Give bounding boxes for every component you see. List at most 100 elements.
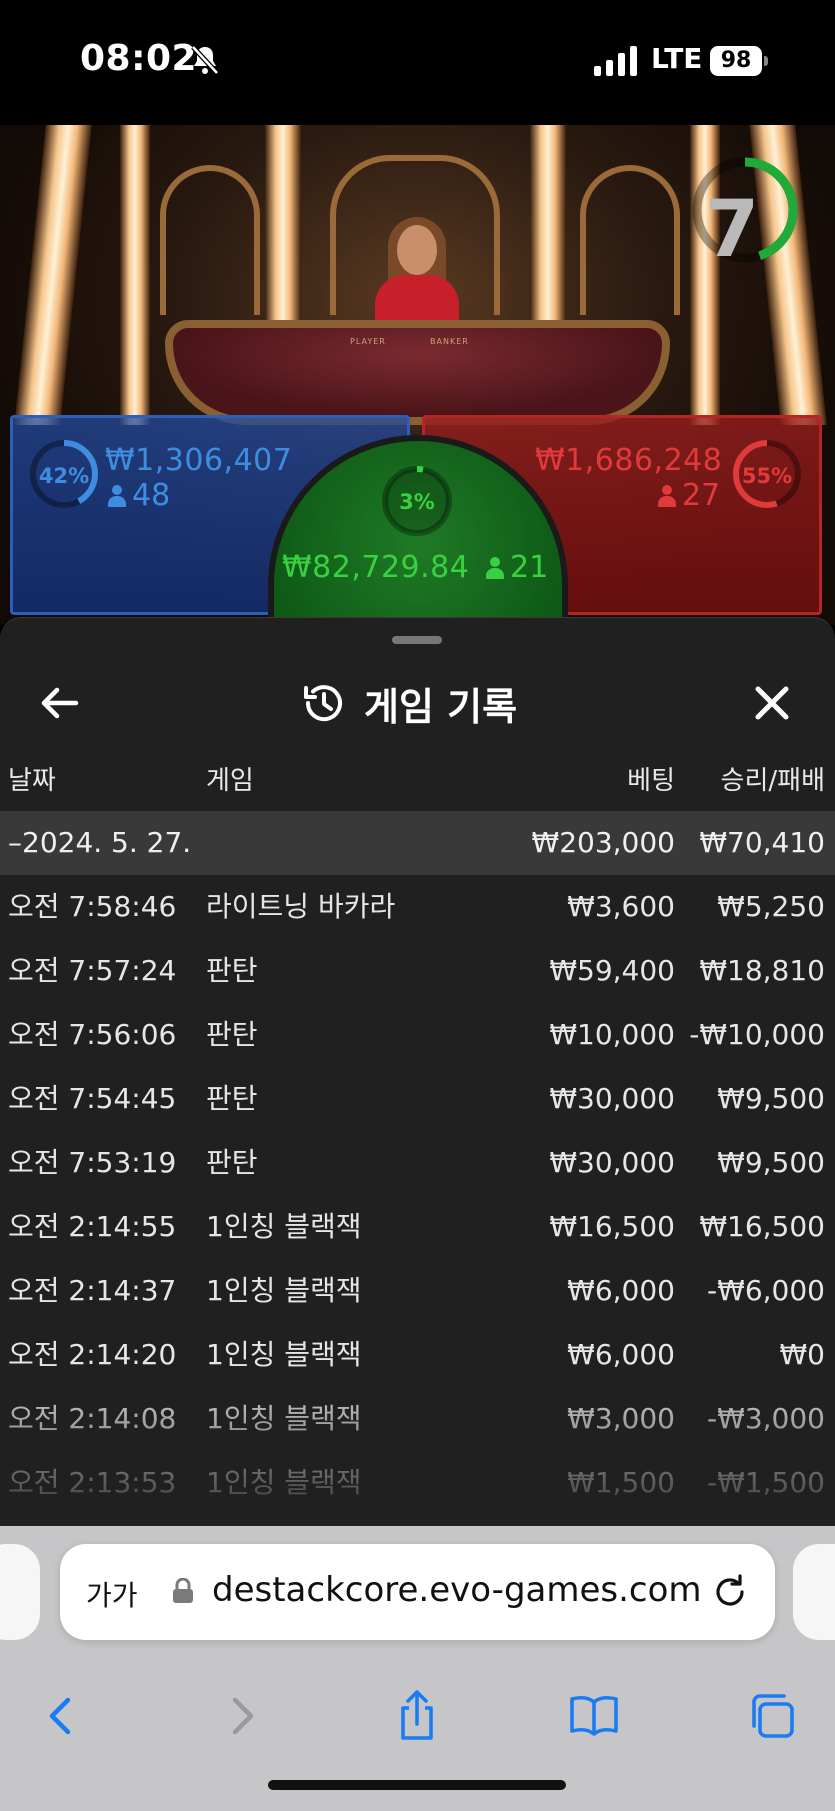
url-text[interactable]: destackcore.evo-games.com bbox=[212, 1570, 702, 1610]
arrow-left-icon[interactable] bbox=[30, 673, 90, 733]
row-game: 1인칭 블랙잭 bbox=[206, 1338, 362, 1371]
bell-slash-icon bbox=[191, 45, 219, 75]
row-result: -₩10,000 bbox=[689, 1018, 825, 1051]
row-time: 오전 7:54:45 bbox=[8, 1082, 177, 1115]
player-percent: 42% bbox=[38, 464, 90, 488]
forward-icon[interactable] bbox=[213, 1688, 269, 1744]
row-bet: ₩3,000 bbox=[567, 1402, 675, 1435]
table-row[interactable]: 오전 2:13:53 1인칭 블랙잭 ₩1,500 -₩1,500 bbox=[0, 1451, 835, 1515]
row-time: 오전 7:57:24 bbox=[8, 954, 177, 987]
studio-pillar bbox=[14, 125, 92, 425]
bookmarks-icon[interactable] bbox=[566, 1688, 622, 1744]
battery-cap bbox=[764, 56, 768, 66]
status-time: 08:02 bbox=[80, 38, 198, 79]
sheet-title-group: 게임 기록 bbox=[300, 673, 517, 733]
banker-amount: ₩1,686,248 bbox=[535, 443, 723, 478]
row-bet: ₩1,500 bbox=[567, 1466, 675, 1499]
row-time: 오전 2:13:53 bbox=[8, 1466, 177, 1499]
table-row[interactable]: 오전 7:57:24 판탄 ₩59,400 ₩18,810 bbox=[0, 939, 835, 1003]
row-time: 오전 7:53:19 bbox=[8, 1146, 177, 1179]
row-bet: ₩30,000 bbox=[549, 1082, 675, 1115]
tie-count: 21 bbox=[486, 550, 548, 585]
row-bet: ₩3,600 bbox=[567, 890, 675, 923]
row-result: ₩9,500 bbox=[717, 1082, 825, 1115]
dealer-face bbox=[397, 225, 437, 275]
row-bet: ₩16,500 bbox=[549, 1210, 675, 1243]
row-result: ₩9,500 bbox=[717, 1146, 825, 1179]
date-group-row[interactable]: –2024. 5. 27. ₩203,000 ₩70,410 bbox=[0, 811, 835, 875]
table-label-banker: BANKER bbox=[430, 337, 469, 346]
row-bet: ₩6,000 bbox=[567, 1338, 675, 1371]
row-time: 오전 2:14:55 bbox=[8, 1210, 177, 1243]
browser-toolbar: 가가 destackcore.evo-games.com bbox=[0, 1526, 835, 1811]
banker-count: 27 bbox=[658, 478, 720, 513]
row-result: ₩18,810 bbox=[699, 954, 825, 987]
table-row[interactable]: 오전 7:56:06 판탄 ₩10,000 -₩10,000 bbox=[0, 1003, 835, 1067]
home-indicator[interactable] bbox=[268, 1780, 566, 1790]
row-game: 라이트닝 바카라 bbox=[206, 890, 396, 923]
history-list[interactable]: 오전 7:58:46 라이트닝 바카라 ₩3,600 ₩5,250 오전 7:5… bbox=[0, 875, 835, 1525]
tie-percent: 3% bbox=[399, 490, 435, 514]
tabs-icon[interactable] bbox=[744, 1688, 800, 1744]
row-time: 오전 2:14:20 bbox=[8, 1338, 177, 1371]
row-time: 오전 7:58:46 bbox=[8, 890, 177, 923]
table-label-player: PLAYER bbox=[350, 337, 386, 346]
decor-arch bbox=[580, 165, 680, 315]
person-icon bbox=[108, 485, 126, 507]
row-result: -₩3,000 bbox=[707, 1402, 825, 1435]
table-row[interactable]: 오전 2:14:08 1인칭 블랙잭 ₩3,000 -₩3,000 bbox=[0, 1387, 835, 1451]
sheet-header: 게임 기록 bbox=[0, 653, 835, 753]
sheet-title: 게임 기록 bbox=[364, 684, 518, 729]
back-icon[interactable] bbox=[34, 1688, 90, 1744]
table-row[interactable]: 오전 2:14:55 1인칭 블랙잭 ₩16,500 ₩16,500 bbox=[0, 1195, 835, 1259]
row-time: 오전 2:14:08 bbox=[8, 1402, 177, 1435]
row-game: 판탄 bbox=[206, 1082, 258, 1115]
column-header-bet: 베팅 bbox=[627, 766, 675, 796]
row-time: 오전 7:56:06 bbox=[8, 1018, 177, 1051]
table-row[interactable]: 오전 7:53:19 판탄 ₩30,000 ₩9,500 bbox=[0, 1131, 835, 1195]
text-size-button[interactable]: 가가 bbox=[86, 1574, 138, 1614]
row-game: 판탄 bbox=[206, 954, 258, 987]
player-count: 48 bbox=[108, 478, 170, 513]
row-result: ₩5,250 bbox=[717, 890, 825, 923]
next-tab-preview[interactable] bbox=[793, 1544, 835, 1640]
share-icon[interactable] bbox=[389, 1688, 445, 1744]
row-result: -₩1,500 bbox=[707, 1466, 825, 1499]
person-icon bbox=[486, 557, 504, 579]
studio-pillar bbox=[120, 125, 150, 425]
person-icon bbox=[658, 485, 676, 507]
table-row[interactable]: 오전 7:54:45 판탄 ₩30,000 ₩9,500 bbox=[0, 1067, 835, 1131]
row-bet: ₩59,400 bbox=[549, 954, 675, 987]
column-header-result: 승리/패배 bbox=[720, 766, 825, 796]
banker-percent: 55% bbox=[741, 464, 793, 488]
table-row[interactable]: 오전 2:14:20 1인칭 블랙잭 ₩6,000 ₩0 bbox=[0, 1323, 835, 1387]
sheet-grabber[interactable] bbox=[392, 636, 442, 644]
address-bar[interactable]: 가가 destackcore.evo-games.com bbox=[60, 1544, 775, 1640]
row-bet: ₩10,000 bbox=[549, 1018, 675, 1051]
table-row[interactable]: 오전 7:58:46 라이트닝 바카라 ₩3,600 ₩5,250 bbox=[0, 875, 835, 939]
game-history-sheet: 게임 기록 날짜 게임 베팅 승리/패배 –2024. 5. 27. ₩203,… bbox=[0, 617, 835, 1526]
close-icon[interactable] bbox=[742, 673, 802, 733]
table-row[interactable]: 오전 2:14:37 1인칭 블랙잭 ₩6,000 -₩6,000 bbox=[0, 1259, 835, 1323]
tie-amount: ₩82,729.84 bbox=[282, 550, 470, 585]
column-header-date: 날짜 bbox=[8, 766, 56, 796]
column-header-game: 게임 bbox=[206, 766, 254, 796]
status-bar: 08:02 LTE 98 bbox=[0, 0, 835, 125]
battery-icon: 98 bbox=[710, 46, 762, 76]
row-game: 판탄 bbox=[206, 1018, 258, 1051]
countdown-number: 7 bbox=[704, 185, 760, 275]
date-group-label: –2024. 5. 27. bbox=[8, 826, 192, 859]
row-result: ₩0 bbox=[779, 1338, 826, 1371]
baccarat-table bbox=[165, 320, 670, 425]
row-bet: ₩30,000 bbox=[549, 1146, 675, 1179]
reload-icon[interactable] bbox=[710, 1572, 750, 1612]
decor-arch bbox=[160, 165, 260, 315]
network-type: LTE bbox=[651, 42, 703, 75]
row-game: 1인칭 블랙잭 bbox=[206, 1210, 362, 1243]
date-group-result-total: ₩70,410 bbox=[699, 826, 825, 859]
row-game: 1인칭 블랙잭 bbox=[206, 1466, 362, 1499]
row-game: 판탄 bbox=[206, 1146, 258, 1179]
studio-pillar bbox=[265, 125, 301, 335]
previous-tab-preview[interactable] bbox=[0, 1544, 40, 1640]
row-game: 1인칭 블랙잭 bbox=[206, 1274, 362, 1307]
